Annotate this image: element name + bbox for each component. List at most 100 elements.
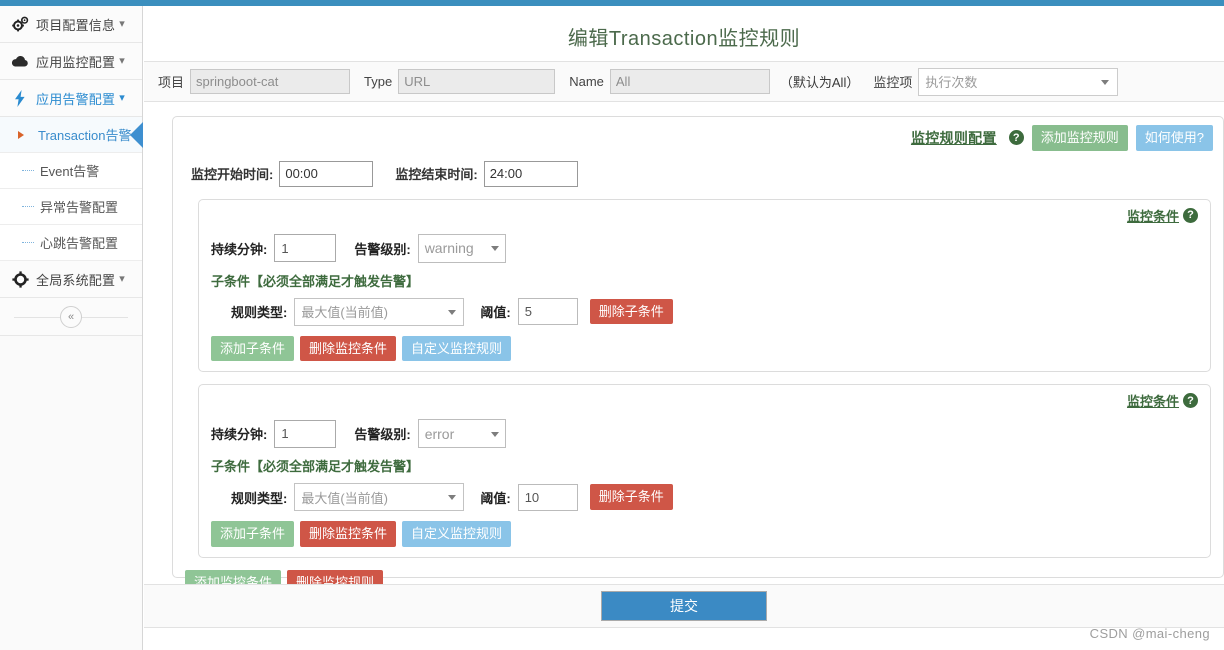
- sidebar-group-label: 应用告警配置: [36, 91, 116, 107]
- watermark: CSDN @mai-cheng: [1089, 626, 1210, 641]
- delete-condition-button[interactable]: 删除监控条件: [300, 521, 397, 547]
- sidebar: 项目配置信息 ▾ 应用监控配置 ▾ 应用告警配置 ▾ Transaction告警…: [0, 6, 143, 650]
- tree-dash-icon: [22, 170, 34, 171]
- name-label: Name: [569, 74, 604, 89]
- rule-type-select[interactable]: 最大值(当前值): [294, 483, 465, 512]
- rule-type-label: 规则类型:: [231, 490, 288, 506]
- sidebar-group-label: 全局系统配置: [36, 272, 116, 288]
- chevron-down-icon: [490, 246, 499, 252]
- alarm-level-value: warning: [424, 240, 474, 257]
- type-label: Type: [364, 74, 393, 89]
- chevron-down-icon: [448, 309, 457, 315]
- sidebar-collapse-row: «: [0, 298, 142, 336]
- sidebar-item-label: Event告警: [40, 164, 100, 179]
- sub-condition-row: 规则类型: 最大值(当前值) 阈值: 删除子条件: [199, 475, 1210, 512]
- condition-header: 监控条件 ?: [199, 200, 1210, 225]
- monitor-rule-panel: 监控规则配置 ? 添加监控规则 如何使用? 监控开始时间: 监控结束时间: 监控…: [172, 116, 1224, 596]
- sub-condition-row: 规则类型: 最大值(当前值) 阈值: 删除子条件: [199, 290, 1210, 326]
- monitor-condition-block: 监控条件 ? 持续分钟: 告警级别: warning 子条件【必须全部满足才触发…: [198, 198, 1211, 373]
- chevron-down-icon: [1101, 79, 1110, 85]
- help-icon[interactable]: ?: [1008, 130, 1024, 146]
- rule-panel-header: 监控规则配置 ? 添加监控规则 如何使用?: [173, 117, 1223, 151]
- custom-monitor-rule-button[interactable]: 自定义监控规则: [402, 335, 512, 362]
- threshold-label: 阈值:: [480, 305, 511, 321]
- sidebar-group-project-config[interactable]: 项目配置信息 ▾: [0, 6, 142, 43]
- main-content: 编辑Transaction监控规则 项目 Type Name （默认为All） …: [144, 6, 1224, 650]
- add-sub-condition-button[interactable]: 添加子条件: [211, 335, 295, 362]
- threshold-label: 阈值:: [480, 490, 511, 506]
- chevron-down-icon: [448, 495, 457, 501]
- monitor-item-select[interactable]: 执行次数: [918, 67, 1119, 96]
- help-icon[interactable]: ?: [1183, 393, 1198, 409]
- type-input[interactable]: [398, 69, 556, 94]
- name-input[interactable]: [609, 69, 770, 94]
- duration-input[interactable]: [274, 234, 337, 263]
- rule-type-value: 最大值(当前值): [301, 490, 389, 506]
- rule-type-select[interactable]: 最大值(当前值): [294, 297, 465, 326]
- sidebar-submenu: Transaction告警 Event告警 异常告警配置 心跳告警配置: [0, 117, 143, 261]
- threshold-input[interactable]: [517, 298, 578, 326]
- gear-icon: [10, 270, 30, 288]
- project-input[interactable]: [190, 69, 351, 94]
- alarm-level-select[interactable]: error: [417, 419, 506, 449]
- condition-button-row: 添加子条件 删除监控条件 自定义监控规则: [199, 511, 1210, 547]
- chevron-down-icon: ▾: [119, 272, 125, 285]
- sidebar-item-label: 心跳告警配置: [40, 236, 119, 251]
- add-sub-condition-button[interactable]: 添加子条件: [211, 521, 295, 547]
- condition-button-row: 添加子条件 删除监控条件 自定义监控规则: [199, 326, 1210, 362]
- condition-settings-row: 持续分钟: 告警级别: error: [199, 410, 1210, 449]
- alarm-level-label: 告警级别:: [354, 427, 411, 443]
- start-time-input[interactable]: [279, 160, 374, 187]
- delete-sub-condition-button[interactable]: 删除子条件: [589, 484, 673, 510]
- sidebar-group-label: 项目配置信息: [36, 17, 116, 33]
- alarm-level-select[interactable]: warning: [417, 233, 506, 263]
- sidebar-collapse-button[interactable]: «: [60, 305, 82, 328]
- custom-monitor-rule-button[interactable]: 自定义监控规则: [402, 521, 512, 547]
- monitor-item-label: 监控项: [873, 75, 913, 90]
- condition-header: 监控条件 ?: [199, 385, 1210, 410]
- cloud-icon: [10, 52, 30, 70]
- active-pointer-icon: [130, 121, 143, 148]
- alarm-level-value: error: [424, 425, 455, 442]
- tree-dash-icon: [22, 206, 34, 207]
- monitor-time-row: 监控开始时间: 监控结束时间:: [173, 151, 1223, 187]
- help-icon[interactable]: ?: [1183, 207, 1198, 223]
- sidebar-group-app-monitor-config[interactable]: 应用监控配置 ▾: [0, 43, 142, 80]
- alarm-level-label: 告警级别:: [354, 241, 411, 257]
- chevron-down-icon: ▾: [119, 17, 125, 30]
- condition-title: 监控条件: [1126, 394, 1179, 410]
- start-time-label: 监控开始时间:: [191, 167, 274, 183]
- rule-config-title: 监控规则配置: [910, 129, 997, 146]
- sidebar-group-global-system-config[interactable]: 全局系统配置 ▾: [0, 261, 142, 298]
- footer-bar: 提交: [144, 584, 1224, 628]
- sidebar-group-label: 应用监控配置: [36, 54, 116, 70]
- gears-icon: [10, 15, 30, 33]
- sidebar-item-event-alarm[interactable]: Event告警: [0, 153, 142, 189]
- submit-button[interactable]: 提交: [601, 591, 767, 621]
- how-to-use-button[interactable]: 如何使用?: [1135, 125, 1213, 151]
- end-time-input[interactable]: [483, 160, 578, 187]
- app-root: 项目配置信息 ▾ 应用监控配置 ▾ 应用告警配置 ▾ Transaction告警…: [0, 0, 1224, 650]
- delete-condition-button[interactable]: 删除监控条件: [300, 335, 397, 362]
- chevron-down-icon: [490, 431, 499, 437]
- condition-title: 监控条件: [1126, 208, 1179, 224]
- end-time-label: 监控结束时间:: [395, 167, 478, 183]
- sidebar-group-app-alarm-config[interactable]: 应用告警配置 ▾: [0, 80, 142, 117]
- sidebar-filler: [0, 336, 142, 636]
- sidebar-item-heartbeat-alarm-config[interactable]: 心跳告警配置: [0, 225, 142, 261]
- page-title-bar: 编辑Transaction监控规则: [144, 6, 1224, 62]
- delete-sub-condition-button[interactable]: 删除子条件: [589, 298, 673, 325]
- project-label: 项目: [158, 75, 185, 90]
- add-monitor-rule-button[interactable]: 添加监控规则: [1031, 125, 1128, 151]
- active-arrow-icon: [18, 130, 24, 139]
- sidebar-item-transaction-alarm[interactable]: Transaction告警: [0, 117, 143, 153]
- sub-condition-note: 子条件【必须全部满足才触发告警】: [211, 459, 420, 475]
- rule-type-label: 规则类型:: [231, 305, 288, 321]
- default-all-note: （默认为All）: [779, 75, 860, 90]
- monitor-item-value: 执行次数: [925, 75, 978, 90]
- duration-input[interactable]: [274, 419, 337, 448]
- chevron-down-icon: ▾: [119, 91, 125, 104]
- sidebar-item-exception-alarm-config[interactable]: 异常告警配置: [0, 189, 142, 225]
- condition-settings-row: 持续分钟: 告警级别: warning: [199, 225, 1210, 263]
- threshold-input[interactable]: [517, 483, 578, 511]
